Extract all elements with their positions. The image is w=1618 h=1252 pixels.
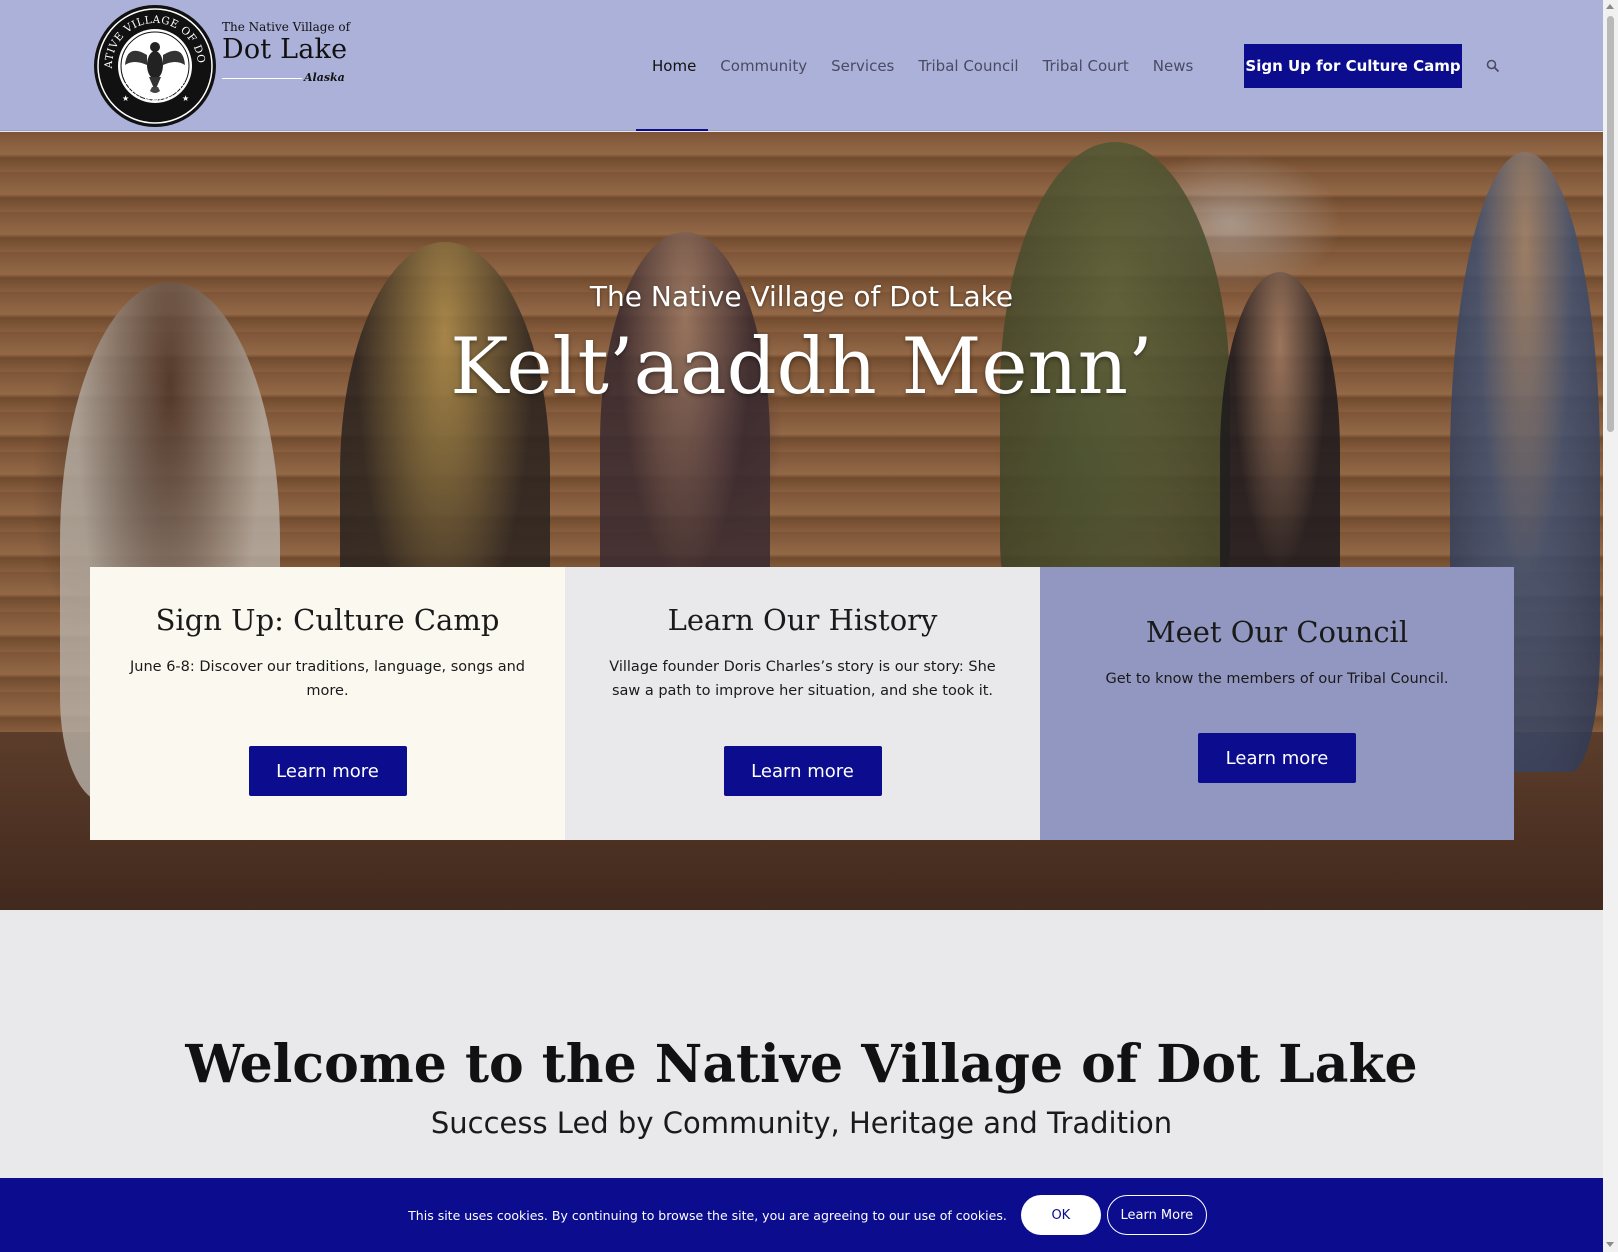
- welcome-subtitle: Success Led by Community, Heritage and T…: [430, 1106, 1173, 1140]
- council-card: Meet Our Council Get to know the members…: [1040, 567, 1514, 840]
- card-text: Village founder Doris Charles’s story is…: [609, 659, 996, 699]
- logo-line3: Alaska: [304, 71, 345, 84]
- cookie-ok-button[interactable]: OK: [1020, 1195, 1101, 1235]
- nav-home[interactable]: Home: [640, 57, 708, 75]
- nav-tribal-council[interactable]: Tribal Council: [906, 57, 1030, 75]
- history-card: Learn Our History Village founder Doris …: [565, 567, 1040, 840]
- nav-tribal-court[interactable]: Tribal Court: [1031, 57, 1141, 75]
- card-title: Learn Our History: [667, 603, 938, 637]
- logo-rule: [222, 78, 302, 79]
- learn-more-button[interactable]: Learn more: [723, 746, 882, 796]
- nav-community[interactable]: Community: [708, 57, 819, 75]
- cookie-learn-more-button[interactable]: Learn More: [1106, 1195, 1207, 1235]
- scroll-up-arrow-icon[interactable]: [1606, 4, 1614, 9]
- nav-services[interactable]: Services: [819, 57, 906, 75]
- nav-news[interactable]: News: [1141, 57, 1206, 75]
- page-scrollbar[interactable]: [1603, 0, 1618, 1252]
- hero-subtitle: The Native Village of Dot Lake: [589, 280, 1014, 313]
- logo-line1: The Native Village of: [222, 20, 351, 34]
- search-icon[interactable]: [1486, 58, 1502, 74]
- logo-line2: Dot Lake: [222, 34, 348, 65]
- learn-more-button[interactable]: Learn more: [1198, 733, 1356, 783]
- card-text: June 6-8: Discover our traditions, langu…: [130, 659, 525, 699]
- scrollbar-thumb[interactable]: [1607, 16, 1614, 432]
- site-header: THE NATIVE VILLAGE OF DOT LAKE THE SEAL …: [0, 0, 1603, 131]
- site-logo-text[interactable]: The Native Village of Dot Lake Alaska: [222, 20, 352, 85]
- culture-camp-card: Sign Up: Culture Camp June 6-8: Discover…: [90, 567, 565, 840]
- card-text: Get to know the members of our Tribal Co…: [1105, 671, 1449, 687]
- svg-text:★: ★: [182, 94, 189, 103]
- learn-more-button[interactable]: Learn more: [248, 746, 407, 796]
- hero-title: Kelt’aaddh Menn’: [450, 322, 1153, 412]
- scroll-down-arrow-icon[interactable]: [1606, 1242, 1614, 1247]
- card-title: Meet Our Council: [1145, 615, 1409, 649]
- welcome-title: Welcome to the Native Village of Dot Lak…: [185, 1034, 1418, 1095]
- cookie-banner: This site uses cookies. By continuing to…: [0, 1178, 1603, 1252]
- nav-active-indicator: [636, 129, 708, 131]
- culture-camp-signup-button[interactable]: Sign Up for Culture Camp: [1244, 44, 1462, 88]
- seal-icon: THE NATIVE VILLAGE OF DOT LAKE THE SEAL …: [87, 0, 216, 127]
- main-nav: Home Community Services Tribal Council T…: [640, 44, 1205, 88]
- village-seal-logo[interactable]: THE NATIVE VILLAGE OF DOT LAKE THE SEAL …: [87, 0, 218, 129]
- card-title: Sign Up: Culture Camp: [155, 603, 500, 637]
- svg-text:★: ★: [122, 94, 129, 103]
- cookie-message: This site uses cookies. By continuing to…: [408, 1207, 1007, 1223]
